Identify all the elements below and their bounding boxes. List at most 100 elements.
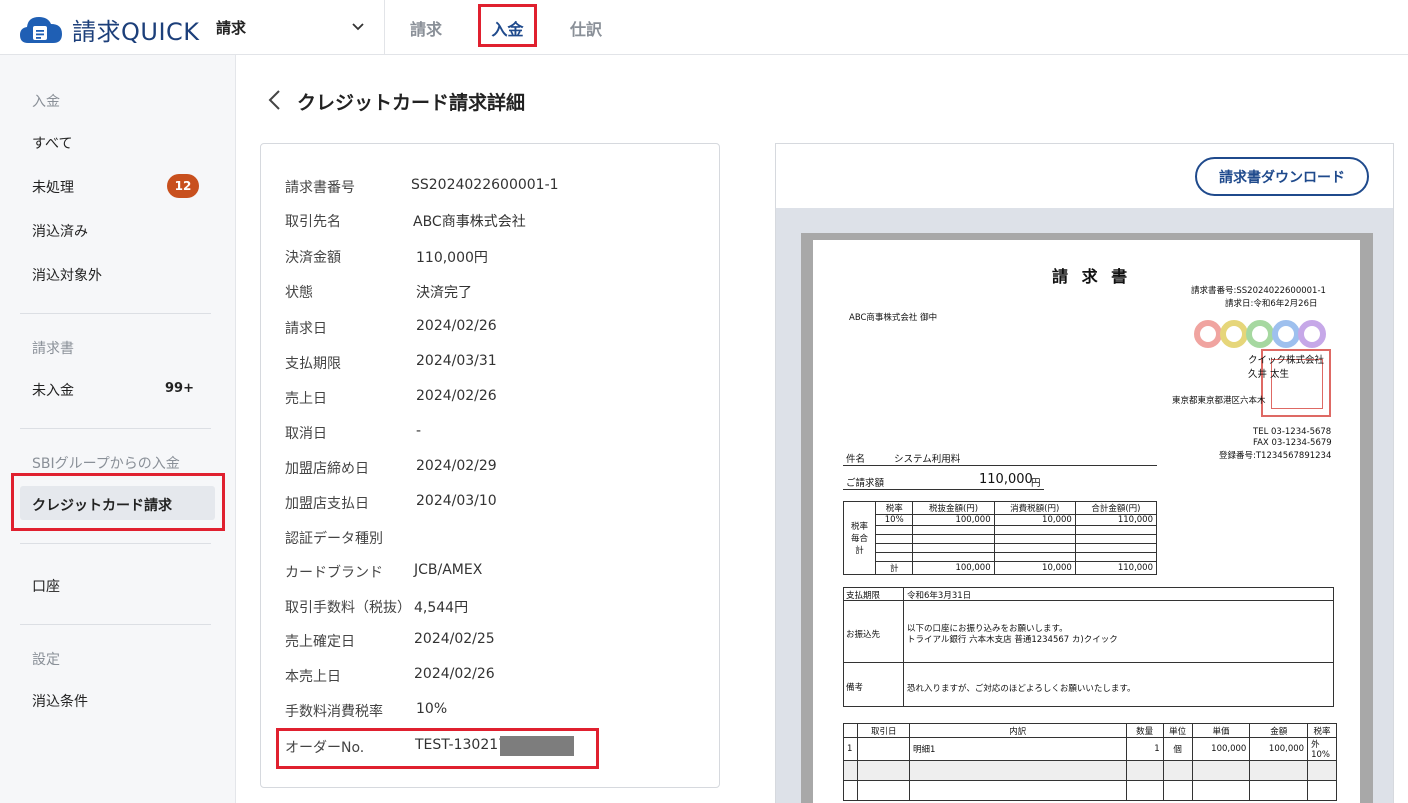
page-title: クレジットカード請求詳細	[297, 92, 526, 114]
rule	[843, 587, 844, 707]
item-cell: 個	[1162, 737, 1193, 761]
rule	[843, 706, 1334, 707]
tax-cell: 110,000	[1074, 561, 1158, 575]
tax-summary-table: 税率毎合計 税率 税抜金額(円) 消費税額(円) 合計金額(円) 10% 100…	[843, 501, 1158, 575]
nav-tab-invoice[interactable]: 請求	[400, 0, 452, 55]
sidebar-item-excluded[interactable]: 消込対象外	[32, 265, 102, 285]
bank-label: お振込先	[846, 630, 881, 640]
detail-value: -	[416, 423, 422, 439]
rule	[843, 662, 1334, 663]
rule	[1333, 587, 1334, 707]
tax-header: 税抜金額(円)	[912, 501, 995, 515]
detail-label: 加盟店支払日	[285, 496, 369, 512]
tax-cell: 10,000	[993, 561, 1076, 575]
decorative-circle	[1298, 320, 1326, 348]
item-header: 内訳	[909, 723, 1127, 738]
detail-value: 2024/02/26	[414, 666, 495, 682]
detail-label: 取引先名	[285, 214, 341, 230]
header-divider	[384, 0, 385, 55]
detail-label: 決済金額	[285, 250, 341, 266]
detail-value: 10%	[416, 701, 448, 717]
invoice-registration: 登録番号:T1234567891234	[1219, 451, 1332, 461]
due-label: 支払期限	[846, 591, 881, 601]
detail-value: 110,000円	[416, 250, 488, 266]
sidebar-divider	[20, 543, 211, 544]
product-select[interactable]: 請求	[216, 17, 366, 39]
item-header: 金額	[1249, 723, 1309, 738]
tax-cell: 100,000	[912, 514, 995, 526]
item-header: 数量	[1125, 723, 1164, 738]
app-logo[interactable]: 請求QUICK	[18, 12, 200, 47]
nav-tab-journal[interactable]: 仕訳	[560, 0, 612, 55]
invoice-tel: TEL 03-1234-5678	[1253, 427, 1332, 437]
item-header: 税率	[1307, 723, 1337, 738]
item-header: 取引日	[857, 723, 910, 738]
tax-cell: 10,000	[993, 514, 1076, 526]
item-header: 単価	[1191, 723, 1251, 738]
tax-cell: 100,000	[912, 561, 995, 575]
detail-value: 4,544円	[414, 600, 469, 616]
amount-unit: 円	[1031, 478, 1041, 489]
invoice-address: 東京都東京都港区六本木	[1172, 396, 1266, 406]
invoice-title: 請 求 書	[1052, 267, 1132, 286]
sidebar-divider	[20, 624, 211, 625]
item-cell: 1	[1125, 737, 1164, 761]
sidebar-item-reconciled[interactable]: 消込済み	[32, 221, 88, 241]
decorative-circle	[1272, 320, 1300, 348]
detail-value: 決済完了	[416, 285, 472, 301]
unpaid-count: 99+	[165, 381, 194, 396]
detail-value: 2024/02/26	[416, 388, 497, 404]
tax-header: 税率	[874, 501, 914, 515]
invoice-client: ABC商事株式会社 御中	[849, 313, 938, 323]
detail-label: 本売上日	[285, 669, 341, 685]
detail-value: 2024/02/29	[416, 458, 497, 474]
detail-label: カードブランド	[285, 565, 383, 581]
sidebar-item-unprocessed[interactable]: 未処理	[32, 177, 74, 197]
item-cell: 1	[842, 737, 859, 761]
decorative-circle	[1194, 320, 1222, 348]
back-arrow-icon[interactable]	[264, 88, 286, 112]
item-cell: 100,000	[1249, 737, 1309, 761]
product-select-value: 請求	[216, 19, 247, 37]
highlight-box	[478, 4, 537, 47]
highlight-box	[276, 728, 599, 769]
chevron-down-icon	[352, 23, 364, 31]
detail-value: SS2024022600001-1	[411, 177, 559, 193]
invoice-fax: FAX 03-1234-5679	[1253, 438, 1332, 448]
sidebar-item-account[interactable]: 口座	[32, 576, 60, 596]
line-items-table: 取引日 内訳 数量 単位 単価 金額 税率 1 明細1 1 個 100,000 …	[842, 723, 1337, 801]
item-cell: 外10%	[1307, 737, 1337, 761]
sidebar-item-all[interactable]: すべて	[32, 133, 72, 153]
invoice-date: 請求日:令和6年2月26日	[1225, 299, 1318, 309]
detail-value: JCB/AMEX	[414, 562, 483, 578]
unprocessed-badge: 12	[167, 174, 199, 198]
rule	[903, 587, 904, 707]
sidebar-item-reconcile-rules[interactable]: 消込条件	[32, 691, 88, 711]
item-cell: 100,000	[1191, 737, 1251, 761]
highlight-box	[11, 473, 225, 531]
invoice-company: クイック株式会社	[1248, 355, 1325, 366]
invoice-number: 請求書番号:SS2024022600001-1	[1191, 286, 1326, 296]
sidebar-section-settings: 設定	[32, 652, 60, 668]
sidebar-section-sbi: SBIグループからの入金	[32, 456, 180, 472]
detail-value: 2024/02/25	[414, 631, 495, 647]
tax-cell: 10%	[874, 514, 914, 526]
tax-side-label: 税率毎合計	[843, 501, 876, 575]
detail-label: 売上確定日	[285, 634, 355, 650]
app-header: 請求QUICK 請求 請求 入金 仕訳	[0, 0, 1408, 55]
detail-label: 取引手数料（税抜）	[285, 600, 411, 616]
amount-value: 110,000	[979, 472, 1033, 487]
invoice-person: 久井 太生	[1248, 369, 1290, 380]
download-invoice-button[interactable]: 請求書ダウンロード	[1195, 157, 1369, 196]
sidebar-section-payment: 入金	[32, 94, 60, 110]
decorative-circle	[1220, 320, 1248, 348]
sidebar-item-unpaid[interactable]: 未入金	[32, 380, 74, 400]
decorative-circle	[1246, 320, 1274, 348]
note-label: 備考	[846, 683, 864, 693]
item-header: 単位	[1162, 723, 1193, 738]
logo-text: 請求QUICK	[72, 18, 200, 46]
rule	[843, 465, 1157, 466]
detail-label: 売上日	[285, 391, 327, 407]
detail-label: 支払期限	[285, 356, 341, 372]
sidebar-section-invoices: 請求書	[32, 341, 74, 357]
